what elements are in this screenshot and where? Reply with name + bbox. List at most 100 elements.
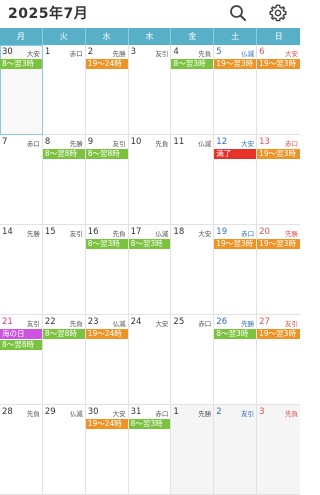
calendar-day-cell[interactable]: 14 先勝 <box>0 225 43 315</box>
shift-event[interactable]: 19〜翌3時 <box>214 59 257 69</box>
calendar-day-cell[interactable]: 27 友引 19〜翌3時 <box>257 315 300 405</box>
shift-event[interactable]: 満了 <box>214 149 257 159</box>
calendar-day-cell[interactable]: 2 友引 <box>214 405 258 495</box>
shift-event[interactable]: 19〜翌3時 <box>257 59 300 69</box>
rokuyo-label: 赤口 <box>155 410 169 418</box>
day-number: 6 <box>259 47 265 57</box>
shift-event[interactable]: 19〜翌3時 <box>257 329 300 339</box>
calendar-day-cell[interactable]: 30 大安 19〜24時 <box>85 405 129 495</box>
rokuyo-label: 友引 <box>241 410 255 418</box>
shift-event[interactable]: 8〜翌3時 <box>128 239 171 249</box>
shift-event[interactable]: 19〜翌3時 <box>257 149 300 159</box>
calendar-day-cell[interactable]: 26 先勝 8〜翌3時 <box>214 315 258 405</box>
shift-event[interactable]: 8〜翌8時 <box>85 149 128 159</box>
calendar-day-cell[interactable]: 19 赤口 19〜翌3時 <box>214 225 258 315</box>
calendar-day-cell[interactable]: 1 赤口 <box>42 45 86 135</box>
shift-event[interactable]: 8〜翌8時 <box>42 329 85 339</box>
shift-event[interactable]: 8〜翌8時 <box>42 149 85 159</box>
calendar-day-cell[interactable]: 13 赤口 19〜翌3時 <box>257 135 300 225</box>
calendar-day-cell[interactable]: 10 先負 <box>128 135 172 225</box>
calendar-day-cell[interactable]: 9 友引 8〜翌8時 <box>85 135 129 225</box>
shift-event[interactable]: 8〜翌3時 <box>214 329 257 339</box>
day-number: 2 <box>216 407 222 417</box>
calendar-day-cell[interactable]: 17 仏滅 8〜翌3時 <box>128 225 172 315</box>
search-icon[interactable] <box>228 3 248 23</box>
calendar-day-cell[interactable]: 15 友引 <box>42 225 86 315</box>
calendar-day-cell[interactable]: 2 先勝 19〜24時 <box>85 45 129 135</box>
calendar-day-cell[interactable]: 6 大安 19〜翌3時 <box>257 45 300 135</box>
calendar-day-cell[interactable]: 16 先負 8〜翌3時 <box>85 225 129 315</box>
day-number: 16 <box>87 227 99 237</box>
day-number: 10 <box>130 137 142 147</box>
weekday-label: 日 <box>274 32 283 41</box>
rokuyo-label: 先負 <box>155 140 169 148</box>
rokuyo-label: 友引 <box>69 230 83 238</box>
rokuyo-label: 先負 <box>26 410 40 418</box>
day-number: 25 <box>173 317 185 327</box>
day-number: 21 <box>2 317 13 327</box>
day-number: 13 <box>259 137 270 147</box>
rokuyo-label: 先負 <box>69 320 83 328</box>
calendar-day-cell[interactable]: 5 仏滅 19〜翌3時 <box>214 45 258 135</box>
calendar-day-cell[interactable]: 21 友引 海の日 8〜翌8時 <box>0 315 43 405</box>
day-number: 26 <box>216 317 228 327</box>
calendar-day-cell[interactable]: 12 大安 満了 <box>214 135 258 225</box>
day-number: 3 <box>130 47 136 57</box>
rokuyo-label: 先勝 <box>69 140 83 148</box>
rokuyo-label: 赤口 <box>198 320 212 328</box>
shift-event[interactable]: 19〜24時 <box>85 419 128 429</box>
calendar-day-cell[interactable]: 4 先負 8〜翌3時 <box>171 45 215 135</box>
month-title[interactable]: 2025年7月 <box>8 3 88 23</box>
calendar-day-cell[interactable]: 1 先勝 <box>171 405 215 495</box>
rokuyo-label: 赤口 <box>285 140 298 148</box>
rokuyo-label: 大安 <box>112 410 126 418</box>
rokuyo-label: 友引 <box>112 140 126 148</box>
rokuyo-label: 大安 <box>285 50 298 58</box>
calendar-day-cell[interactable]: 23 仏滅 19〜24時 <box>85 315 129 405</box>
shift-event[interactable]: 8〜翌3時 <box>171 59 214 69</box>
shift-event[interactable]: 19〜翌3時 <box>214 239 257 249</box>
shift-event[interactable]: 8〜翌3時 <box>85 239 128 249</box>
day-number: 8 <box>44 137 51 147</box>
rokuyo-label: 大安 <box>241 140 255 148</box>
gear-icon[interactable] <box>268 3 288 23</box>
day-number: 20 <box>259 227 270 237</box>
shift-event[interactable]: 19〜24時 <box>85 59 128 69</box>
rokuyo-label: 先勝 <box>285 230 298 238</box>
calendar-day-cell[interactable]: 20 先勝 19〜翌3時 <box>257 225 300 315</box>
day-number: 9 <box>87 137 94 147</box>
day-number: 11 <box>173 137 185 147</box>
calendar-day-cell[interactable]: 25 赤口 <box>171 315 215 405</box>
shift-event[interactable]: 19〜24時 <box>85 329 128 339</box>
day-number: 4 <box>173 47 179 57</box>
calendar-day-cell[interactable]: 8 先勝 8〜翌8時 <box>42 135 86 225</box>
calendar-day-cell[interactable]: 24 大安 <box>128 315 172 405</box>
rokuyo-label: 赤口 <box>26 140 40 148</box>
shift-event[interactable]: 19〜翌3時 <box>257 239 300 249</box>
weekday-label: 土 <box>214 28 258 45</box>
calendar-day-cell[interactable]: 18 大安 <box>171 225 215 315</box>
calendar-day-cell[interactable]: 29 仏滅 <box>42 405 86 495</box>
rokuyo-label: 先負 <box>198 50 212 58</box>
calendar-day-cell[interactable]: 30 大安 8〜翌3時 <box>0 45 43 135</box>
shift-event[interactable]: 8〜翌8時 <box>0 340 42 350</box>
day-number: 29 <box>44 407 56 417</box>
calendar-day-cell[interactable]: 11 仏滅 <box>171 135 215 225</box>
rokuyo-label: 大安 <box>198 230 212 238</box>
day-number: 31 <box>130 407 142 417</box>
weekday-label: 水 <box>86 28 129 45</box>
rokuyo-label: 友引 <box>155 50 169 58</box>
day-number: 24 <box>130 317 142 327</box>
calendar-day-cell[interactable]: 7 赤口 <box>0 135 43 225</box>
day-number: 1 <box>173 407 179 417</box>
calendar-day-cell[interactable]: 31 赤口 8〜翌3時 <box>128 405 172 495</box>
holiday-event[interactable]: 海の日 <box>0 329 42 339</box>
calendar-day-cell[interactable]: 28 先負 <box>0 405 43 495</box>
rokuyo-label: 赤口 <box>241 230 255 238</box>
shift-event[interactable]: 8〜翌3時 <box>128 419 171 429</box>
calendar-day-cell[interactable]: 3 友引 <box>128 45 172 135</box>
calendar-day-cell[interactable]: 3 先負 <box>257 405 300 495</box>
calendar-day-cell[interactable]: 22 先負 8〜翌8時 <box>42 315 86 405</box>
shift-event[interactable]: 8〜翌3時 <box>0 59 42 69</box>
rokuyo-label: 仏滅 <box>69 410 83 418</box>
